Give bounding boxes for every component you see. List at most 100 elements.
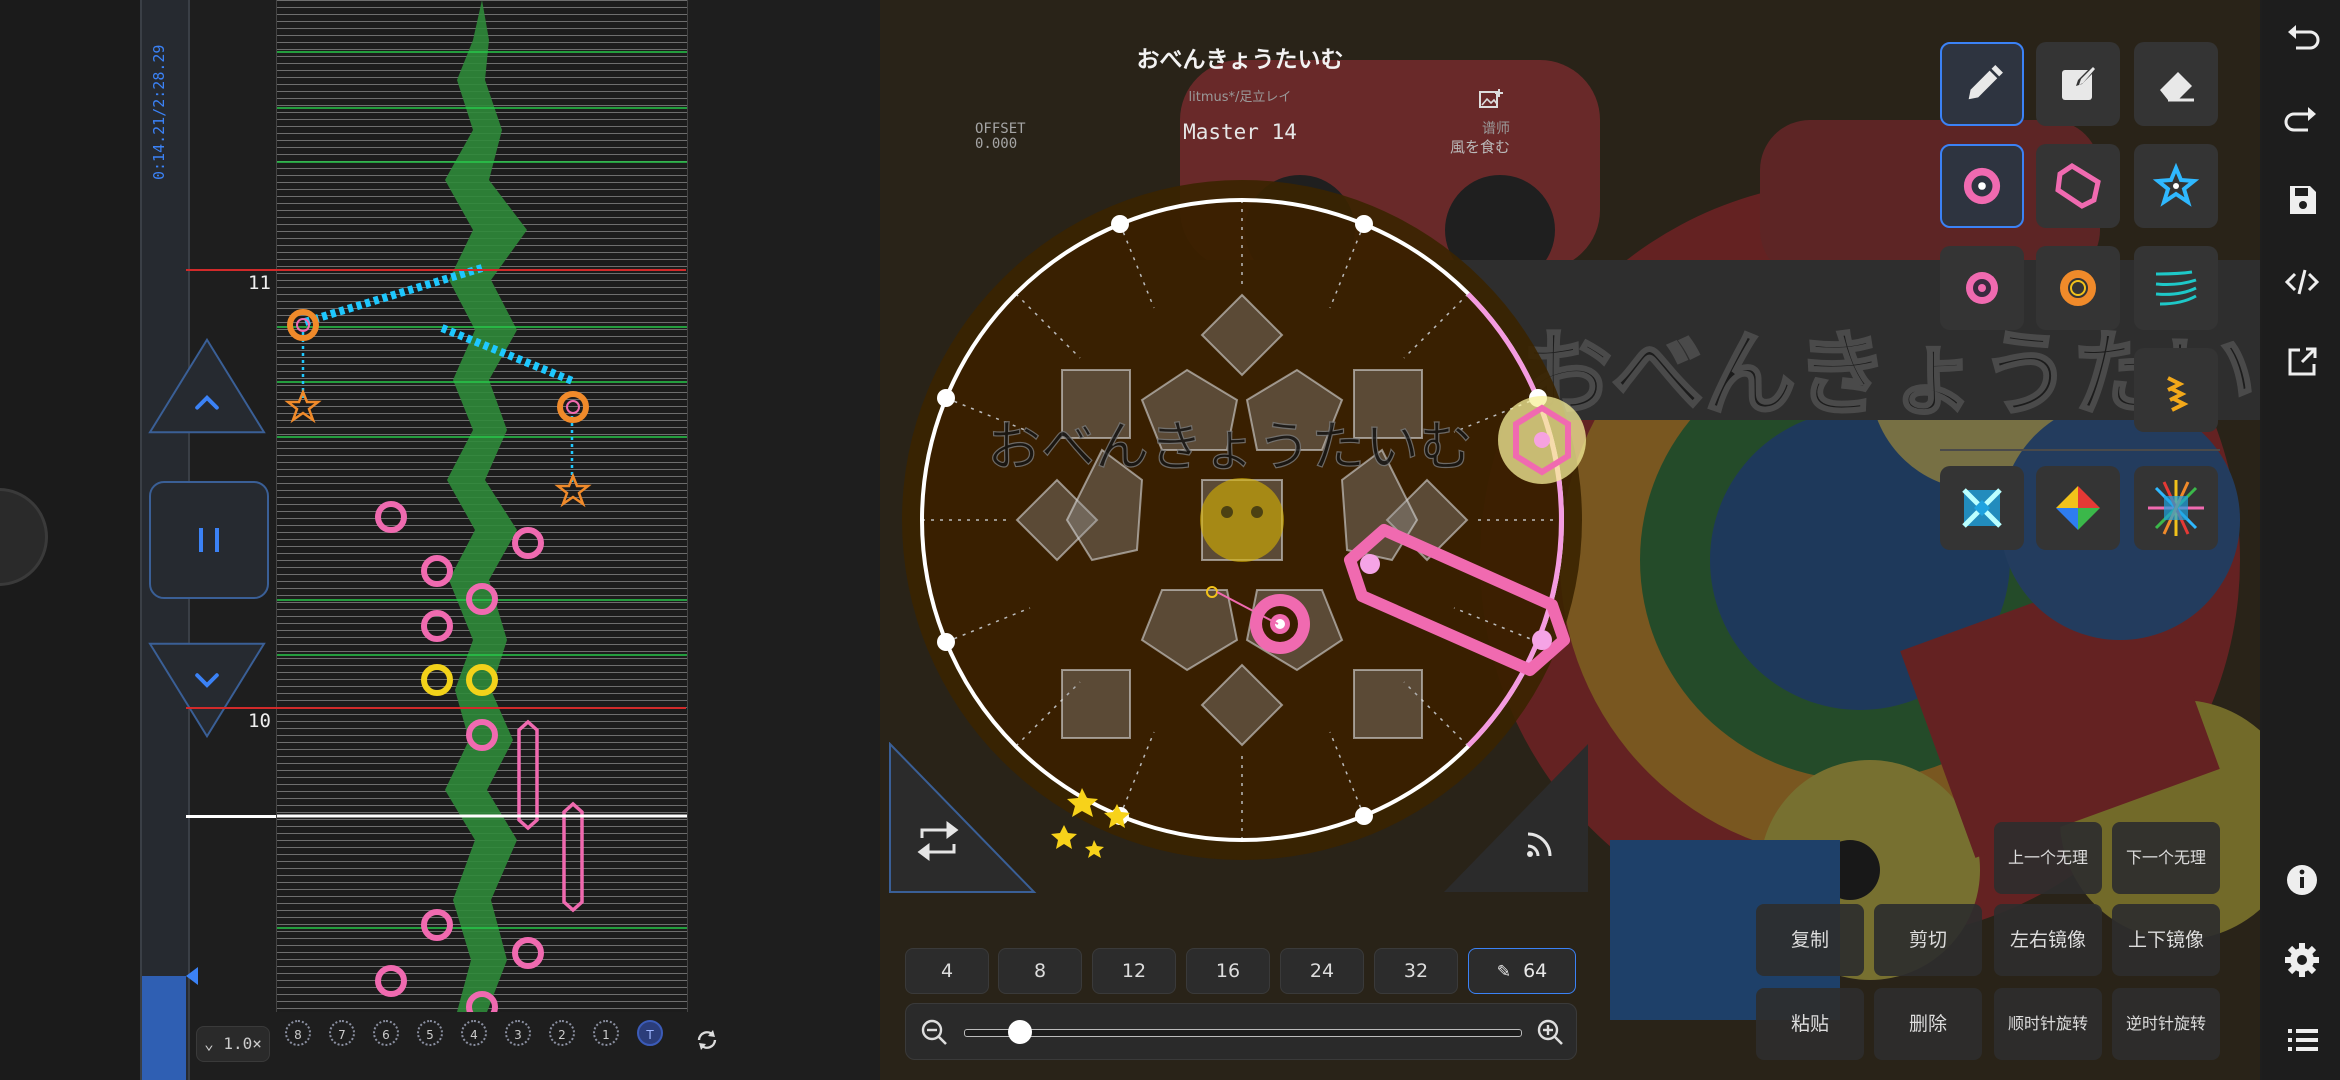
lane-3-toggle[interactable]: 3 <box>505 1020 531 1046</box>
touch-x-tool[interactable] <box>1940 466 2024 550</box>
hold-note-tool[interactable] <box>2036 144 2120 228</box>
mirror-ud-button[interactable]: 上下镜像 <box>2112 904 2220 976</box>
export-icon[interactable] <box>2282 342 2322 382</box>
zoom-slider-thumb[interactable] <box>1008 1020 1032 1044</box>
time-separator: / <box>150 107 168 117</box>
measure-label-10: 10 <box>248 710 271 732</box>
list-icon[interactable] <box>2282 1020 2322 1060</box>
prev-nonsense-button[interactable]: 上一个无理 <box>1994 822 2102 894</box>
lane-toggle-bar: 87654321T <box>276 1020 686 1060</box>
lane-2-toggle[interactable]: 2 <box>549 1020 575 1046</box>
jacket-title-overlay: おべんきょうたいむ <box>987 415 1473 478</box>
break-note-right <box>1498 396 1586 484</box>
beat-16-button[interactable]: 16 <box>1186 948 1270 994</box>
offset-label: OFFSET <box>975 121 1026 137</box>
change-background-icon[interactable] <box>1478 88 1504 112</box>
zoom-track[interactable] <box>964 1029 1522 1037</box>
zoom-in-icon[interactable] <box>1536 1018 1564 1046</box>
eraser-tool-button[interactable] <box>2134 42 2218 126</box>
mirror-lr-button[interactable]: 左右镜像 <box>1994 904 2102 976</box>
undo-icon[interactable] <box>2282 18 2322 58</box>
slide-icon <box>2155 270 2197 306</box>
slide-alt-icon <box>2167 376 2189 412</box>
offset-value: 0.000 <box>975 136 1018 152</box>
rotate-ccw-button[interactable]: 逆时针旋转 <box>2112 988 2220 1060</box>
lane-touch-toggle[interactable]: T <box>637 1020 663 1046</box>
refresh-icon[interactable] <box>694 1027 720 1053</box>
tap-note-center <box>1250 594 1310 654</box>
tool-divider <box>1940 449 2220 451</box>
designer-label: 谱师 <box>1482 121 1510 137</box>
color-diamond-icon <box>2056 486 2100 530</box>
speed-value: 1.0× <box>223 1034 262 1053</box>
cut-button[interactable]: 剪切 <box>1874 904 1982 976</box>
eraser-icon <box>2160 72 2194 102</box>
rotate-cw-button[interactable]: 顺时针旋转 <box>1994 988 2102 1060</box>
beat-8-button[interactable]: 8 <box>998 948 1082 994</box>
right-rail <box>2262 0 2340 1080</box>
edit-box-icon <box>2062 66 2096 100</box>
firework-tool[interactable] <box>2134 466 2218 550</box>
designer-name: 風を食む <box>1449 138 1510 156</box>
settings-icon[interactable] <box>2282 940 2322 980</box>
progress-marker[interactable] <box>186 967 198 985</box>
speed-select[interactable]: ⌄ 1.0× <box>196 1026 270 1062</box>
time-current: 0:14.21 <box>150 116 168 180</box>
lane-7-toggle[interactable]: 7 <box>329 1020 355 1046</box>
save-icon[interactable] <box>2282 180 2322 220</box>
hold-note-icon <box>2055 163 2101 209</box>
lane-8-toggle[interactable]: 8 <box>285 1020 311 1046</box>
info-icon[interactable] <box>2282 860 2322 900</box>
scroll-up-button[interactable] <box>148 336 266 436</box>
progress-fill <box>142 976 186 1080</box>
redo-icon[interactable] <box>2282 100 2322 140</box>
lane-4-toggle[interactable]: 4 <box>461 1020 487 1046</box>
note-timeline[interactable] <box>276 0 688 1012</box>
left-edge-panel <box>0 0 140 1080</box>
pencil-small-icon: ✎ <box>1496 962 1511 982</box>
draw-tool-button[interactable] <box>1940 42 2024 126</box>
delete-button[interactable]: 删除 <box>1874 988 1982 1060</box>
time-readout: 0:14.21/2:28.29 <box>150 20 180 180</box>
beat-24-button[interactable]: 24 <box>1280 948 1364 994</box>
break-note-icon <box>2060 270 2096 306</box>
lane-1-toggle[interactable]: 1 <box>593 1020 619 1046</box>
tap-note-icon <box>1963 167 2001 205</box>
code-icon[interactable] <box>2282 262 2322 302</box>
broadcast-button[interactable] <box>1440 742 1592 896</box>
measure-label-11: 11 <box>248 272 271 294</box>
break-note-tool[interactable] <box>2036 246 2120 330</box>
copy-button[interactable]: 复制 <box>1756 904 1864 976</box>
pencil-icon <box>1968 64 2003 100</box>
touch-note-tool[interactable] <box>1940 246 2024 330</box>
star-note-icon <box>2152 162 2200 207</box>
touch-x-icon <box>1962 488 2002 528</box>
difficulty-label[interactable]: Master 14 <box>1140 120 1340 144</box>
mirror-toggle-button[interactable] <box>886 742 1038 896</box>
floating-handle[interactable] <box>0 488 48 586</box>
time-total: 2:28.29 <box>150 44 168 108</box>
pause-button[interactable] <box>148 480 270 600</box>
zoom-out-icon[interactable] <box>920 1018 948 1046</box>
slide-tool[interactable] <box>2134 246 2218 330</box>
measure-line-10 <box>186 707 686 709</box>
current-line-ext <box>186 815 276 818</box>
beat-64-button[interactable]: ✎ 64 <box>1468 948 1576 994</box>
next-nonsense-button[interactable]: 下一个无理 <box>2112 822 2220 894</box>
designer-info: 谱师 風を食む <box>1400 120 1510 156</box>
touch-note-icon <box>1966 272 1998 304</box>
firework-icon <box>2148 480 2204 536</box>
lane-6-toggle[interactable]: 6 <box>373 1020 399 1046</box>
offset-display[interactable]: OFFSET 0.000 <box>975 122 1026 152</box>
beat-32-button[interactable]: 32 <box>1374 948 1458 994</box>
lane-5-toggle[interactable]: 5 <box>417 1020 443 1046</box>
beat-4-button[interactable]: 4 <box>905 948 989 994</box>
star-note-tool[interactable] <box>2134 144 2218 228</box>
color-tool[interactable] <box>2036 466 2120 550</box>
tap-note-tool[interactable] <box>1940 144 2024 228</box>
timeline-canvas[interactable] <box>277 0 687 1012</box>
beat-12-button[interactable]: 12 <box>1092 948 1176 994</box>
slide-alt-tool[interactable] <box>2134 348 2218 432</box>
paste-button[interactable]: 粘贴 <box>1756 988 1864 1060</box>
edit-tool-button[interactable] <box>2036 42 2120 126</box>
